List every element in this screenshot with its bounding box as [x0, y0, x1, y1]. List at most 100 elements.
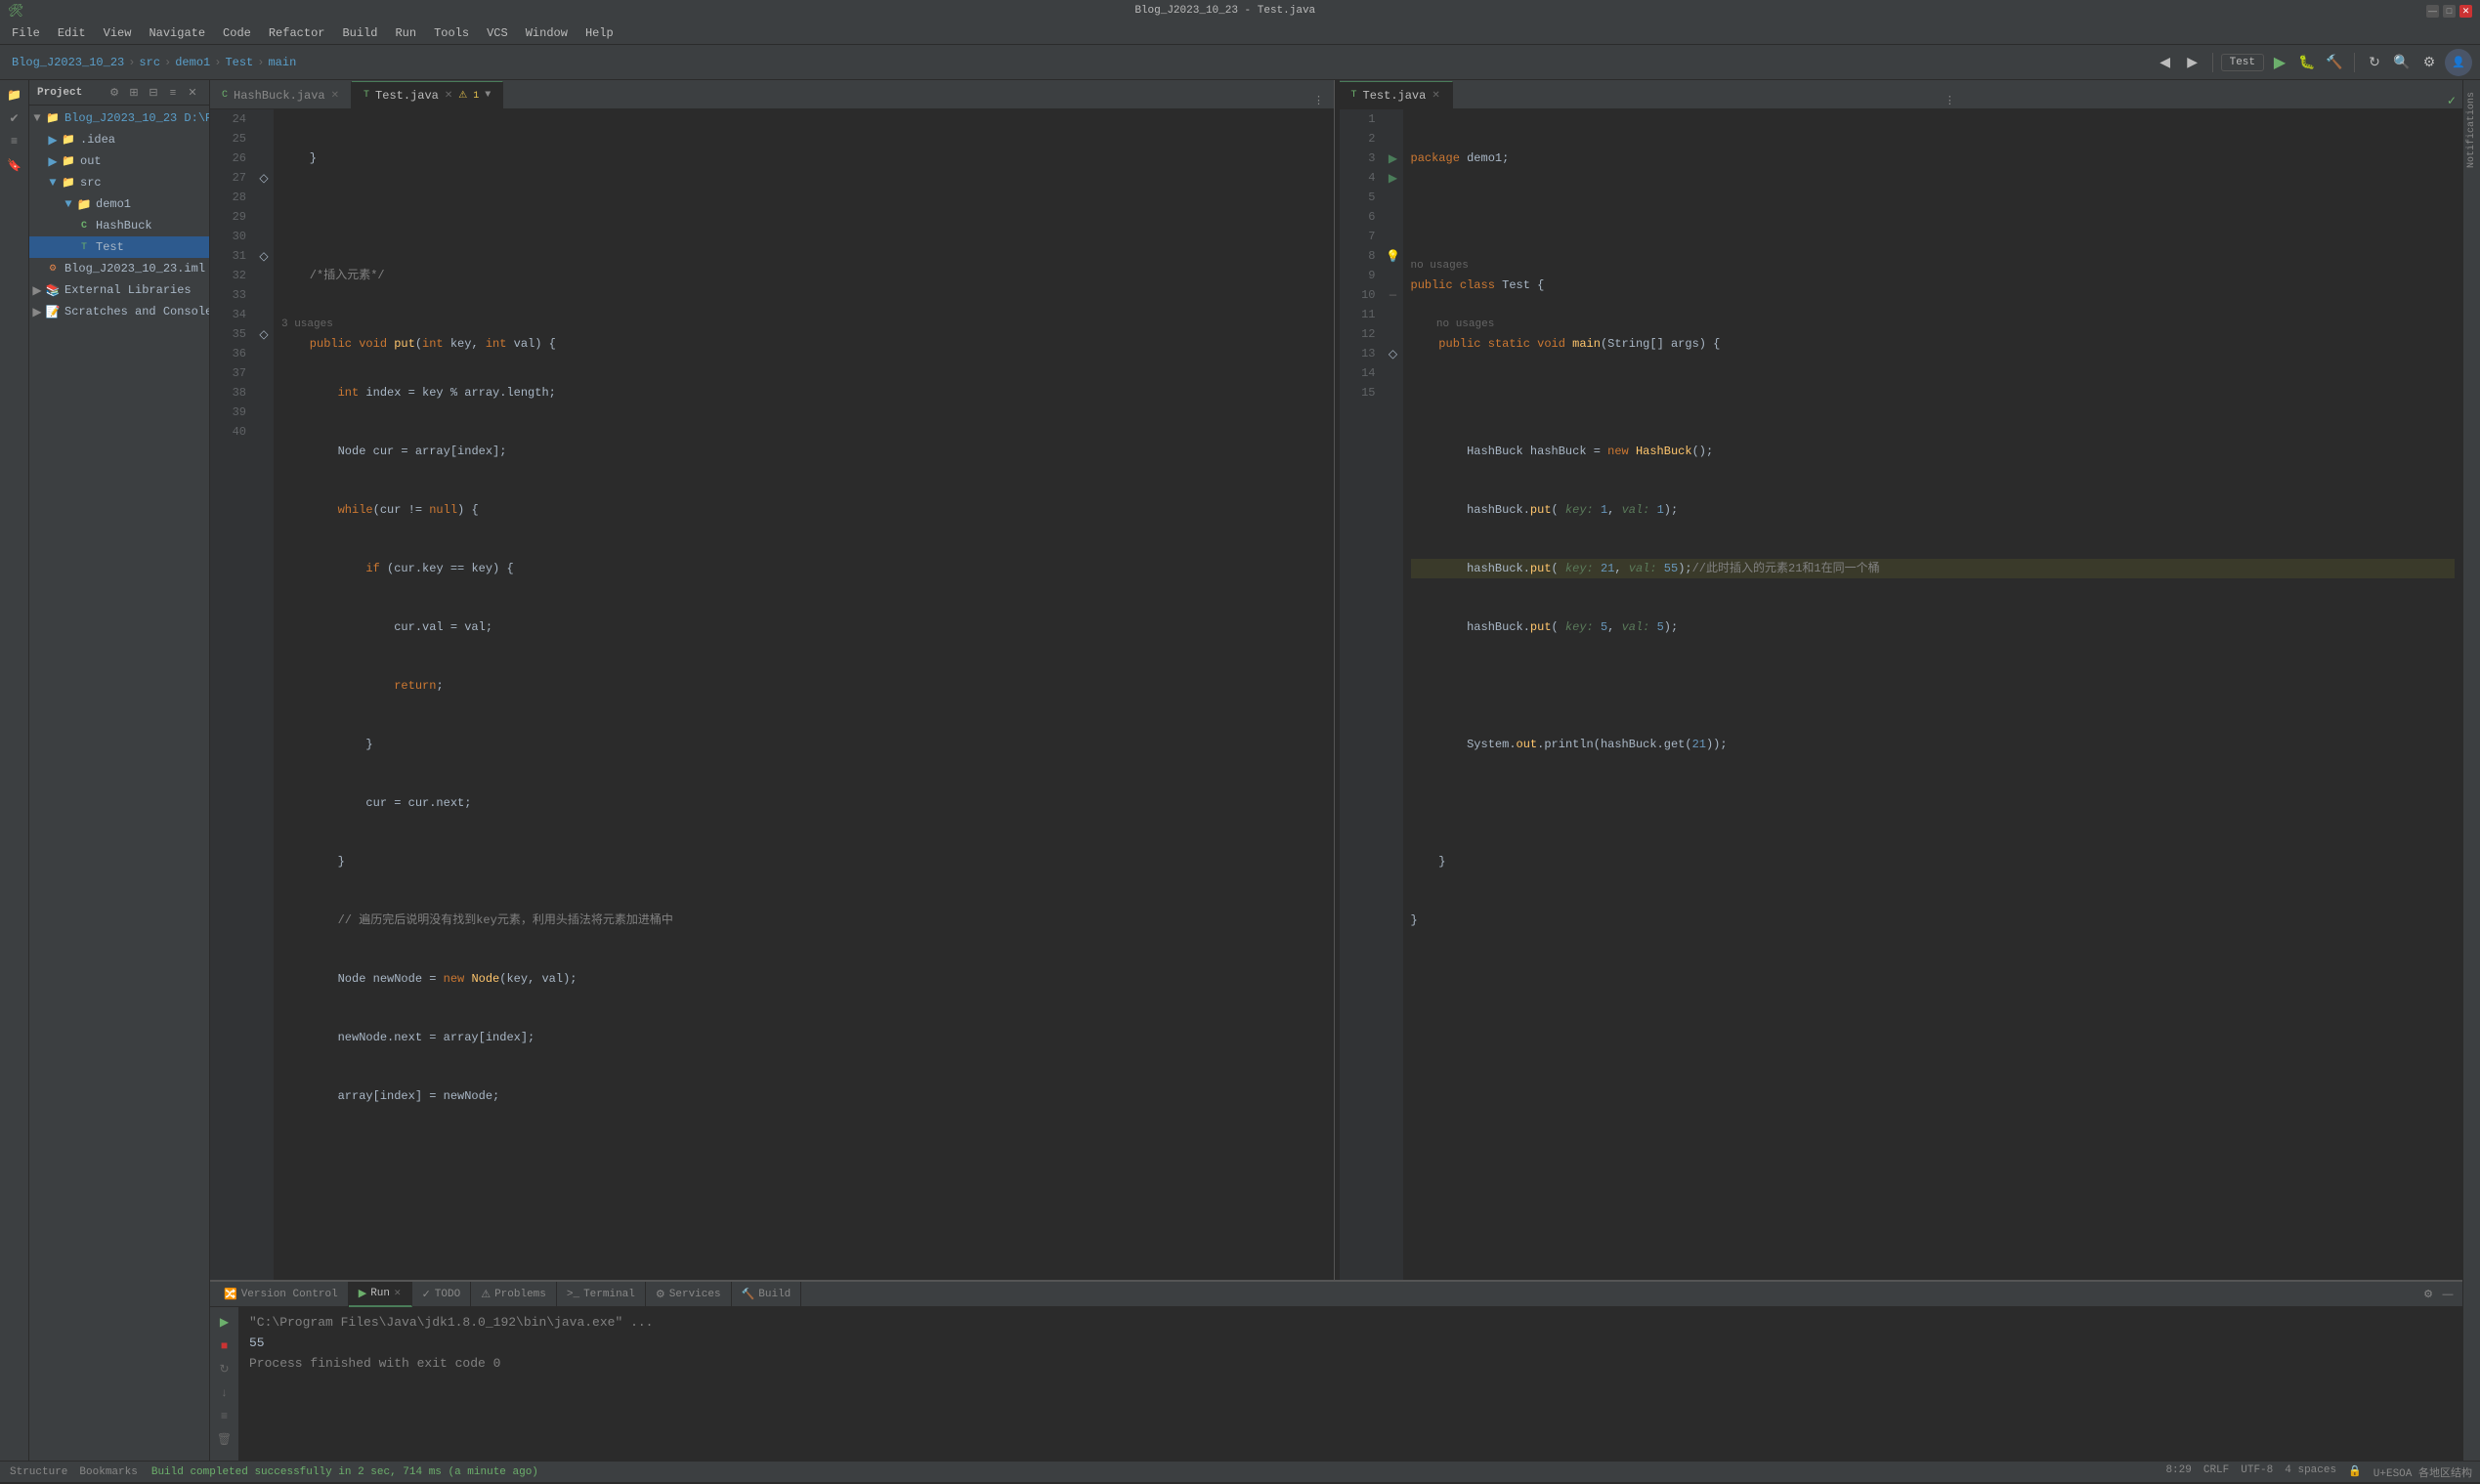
tree-idea[interactable]: ▶ 📁 .idea	[29, 129, 209, 150]
run-icon: ▶	[359, 1287, 366, 1300]
breadcrumb-src[interactable]: src	[139, 56, 160, 69]
status-bar: Structure Bookmarks Build completed succ…	[0, 1461, 2480, 1482]
bottom-tab-todo[interactable]: ✓ TODO	[412, 1282, 472, 1307]
bottom-tab-run[interactable]: ▶ Run ✕	[349, 1282, 412, 1307]
bottom-tab-build[interactable]: 🔨 Build	[732, 1282, 802, 1307]
menu-tools[interactable]: Tools	[426, 24, 477, 42]
run-sidebar: ▶ ■ ↻ ↓ ≡ 🗑	[210, 1307, 239, 1461]
file-tree: ▼ 📁 Blog_J2023_10_23 D:\Pro... ▶ 📁 .idea…	[29, 106, 209, 1461]
panel-collapse-button[interactable]: ⊟	[145, 84, 162, 102]
tree-out[interactable]: ▶ 📁 out	[29, 150, 209, 172]
tree-root[interactable]: ▼ 📁 Blog_J2023_10_23 D:\Pro...	[29, 107, 209, 129]
bottom-toolbar: ⚙ —	[2419, 1286, 2462, 1303]
bottom-tab-problems[interactable]: ⚠ Problems	[471, 1282, 557, 1307]
left-code-content: } /*插入元素*/ 3 usages public void put(int …	[274, 109, 1334, 1280]
run-config-selector[interactable]: Test	[2221, 54, 2264, 71]
tree-iml[interactable]: ⚙ Blog_J2023_10_23.iml	[29, 258, 209, 279]
hashbuck-tab-label: HashBuck.java	[234, 89, 325, 103]
menu-refactor[interactable]: Refactor	[261, 24, 333, 42]
panel-gear-button[interactable]: ⚙	[106, 84, 123, 102]
test-tab-close-right[interactable]: ✕	[1432, 90, 1439, 102]
test-tab-close-left[interactable]: ✕	[445, 90, 452, 102]
settings-button[interactable]: ⚙	[2417, 51, 2441, 74]
menu-window[interactable]: Window	[518, 24, 576, 42]
problems-label: Problems	[494, 1289, 546, 1300]
tree-demo1[interactable]: ▼ 📁 demo1	[29, 193, 209, 215]
notifications-label[interactable]: Notifications	[2464, 84, 2479, 176]
forward-button[interactable]: ▶	[2181, 51, 2204, 74]
right-editor-scroll[interactable]: 1 2 3 4 5 6 7 8 9 10 11 12 13	[1340, 109, 2463, 1280]
menu-run[interactable]: Run	[387, 24, 424, 42]
menu-view[interactable]: View	[96, 24, 140, 42]
run-scroll-button[interactable]: ↓	[214, 1381, 235, 1403]
run-rerun-button[interactable]: ↻	[214, 1358, 235, 1379]
menu-help[interactable]: Help	[577, 24, 621, 42]
structure-tool-label[interactable]: Structure	[8, 1461, 69, 1484]
bottom-settings-button[interactable]: ⚙	[2419, 1286, 2437, 1303]
maximize-button[interactable]: □	[2443, 5, 2456, 18]
rcode-line-1: package demo1;	[1411, 148, 2456, 168]
breadcrumb-test-class[interactable]: Test	[225, 56, 253, 69]
run-stop-button[interactable]: ■	[214, 1335, 235, 1356]
menu-build[interactable]: Build	[334, 24, 385, 42]
tab-test-left[interactable]: T Test.java ✕ ⚠ 1 ▼	[352, 81, 503, 108]
menu-edit[interactable]: Edit	[50, 24, 94, 42]
tree-src[interactable]: ▼ 📁 src	[29, 172, 209, 193]
bottom-tab-version-control[interactable]: 🔀 Version Control	[214, 1282, 349, 1307]
back-button[interactable]: ◀	[2154, 51, 2177, 74]
left-editor-scroll[interactable]: 24 25 26 27 28 29 30 31 32 33 34 35	[210, 109, 1334, 1280]
right-pane-options[interactable]: ⋮	[1941, 91, 1958, 108]
services-icon: ⚙	[656, 1288, 665, 1301]
debug-button[interactable]: 🐛	[2295, 51, 2319, 74]
hashbuck-tab-icon: C	[222, 90, 228, 101]
caret-down-icon: ▼	[485, 90, 491, 101]
bottom-tab-terminal[interactable]: >_ Terminal	[557, 1282, 646, 1307]
bottom-tab-services[interactable]: ⚙ Services	[646, 1282, 732, 1307]
tree-hashbuck[interactable]: C HashBuck	[29, 215, 209, 236]
code-line-24: }	[281, 148, 1326, 168]
status-indent[interactable]: 4 spaces	[2285, 1464, 2336, 1480]
status-crlf[interactable]: CRLF	[2203, 1464, 2229, 1480]
tree-test[interactable]: T Test	[29, 236, 209, 258]
project-panel-header: Project ⚙ ⊞ ⊟ ≡ ✕	[29, 80, 209, 106]
panel-settings-button[interactable]: ≡	[164, 84, 182, 102]
status-encoding[interactable]: UTF-8	[2241, 1464, 2273, 1480]
tree-scratches[interactable]: ▶ 📝 Scratches and Consoles	[29, 301, 209, 322]
breadcrumb-demo1[interactable]: demo1	[175, 56, 210, 69]
run-clear-button[interactable]: 🗑	[214, 1428, 235, 1450]
menu-navigate[interactable]: Navigate	[141, 24, 213, 42]
update-button[interactable]: ↻	[2363, 51, 2386, 74]
tab-hashbuck[interactable]: C HashBuck.java ✕	[210, 81, 352, 108]
panel-close-button[interactable]: ✕	[184, 84, 201, 102]
commit-icon[interactable]: ✔	[4, 107, 25, 129]
menu-code[interactable]: Code	[215, 24, 259, 42]
minimize-button[interactable]: —	[2426, 5, 2439, 18]
run-filter-button[interactable]: ≡	[214, 1405, 235, 1426]
search-everywhere-button[interactable]: 🔍	[2390, 51, 2414, 74]
bookmarks-icon[interactable]: 🔖	[4, 154, 25, 176]
breadcrumb-project[interactable]: Blog_J2023_10_23	[12, 56, 124, 69]
build-label: Build	[758, 1289, 791, 1300]
hashbuck-tab-close[interactable]: ✕	[331, 90, 339, 102]
bottom-minimize-button[interactable]: —	[2439, 1286, 2457, 1303]
right-line-numbers: 1 2 3 4 5 6 7 8 9 10 11 12 13	[1340, 109, 1384, 1280]
run-play-button[interactable]: ▶	[214, 1311, 235, 1333]
rcode-line-7: hashBuck.put( key: 1, val: 1);	[1411, 500, 2456, 520]
status-right: 8:29 CRLF UTF-8 4 spaces 🔒 U+ESOA 各地区结构	[2165, 1464, 2472, 1480]
close-button[interactable]: ✕	[2459, 5, 2472, 18]
project-icon[interactable]: 📁	[4, 84, 25, 106]
run-button[interactable]: ▶	[2268, 51, 2291, 74]
bookmarks-tool-label[interactable]: Bookmarks	[77, 1461, 139, 1484]
structure-icon[interactable]: ≡	[4, 131, 25, 152]
breadcrumb-main[interactable]: main	[268, 56, 296, 69]
panel-expand-button[interactable]: ⊞	[125, 84, 143, 102]
tree-external-libs[interactable]: ▶ 📚 External Libraries	[29, 279, 209, 301]
run-tab-close[interactable]: ✕	[394, 1289, 402, 1298]
build-button[interactable]: 🔨	[2323, 51, 2346, 74]
user-button[interactable]: 👤	[2445, 49, 2472, 76]
split-editors: C HashBuck.java ✕ T Test.java ✕ ⚠ 1 ▼ ⋮	[210, 80, 2462, 1280]
tab-test-right[interactable]: T Test.java ✕	[1340, 81, 1453, 108]
menu-file[interactable]: File	[4, 24, 48, 42]
menu-vcs[interactable]: VCS	[479, 24, 516, 42]
left-pane-options[interactable]: ⋮	[1310, 91, 1328, 108]
